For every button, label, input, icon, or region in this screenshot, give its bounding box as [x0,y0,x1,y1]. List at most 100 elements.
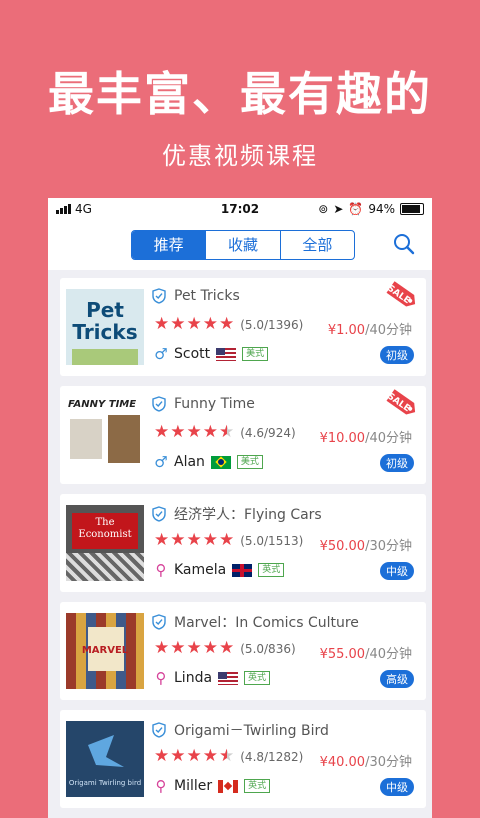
tab-recommended[interactable]: 推荐 [132,231,207,259]
course-thumbnail: The Economist [66,505,144,581]
accent-tag: 美式 [236,455,263,469]
thumb-text: The [95,517,115,528]
accent-tag: 美式 [242,347,269,361]
instructor-name: Linda [174,670,213,686]
star-icon: ★ [202,638,218,658]
course-title: 经济学人：Flying Cars [174,507,322,523]
female-icon: ⚲ [155,669,167,687]
price-value: ¥1.00 [327,323,366,338]
half-star-icon: ★ [219,746,235,766]
star-icon: ★ [202,314,218,334]
course-price: ¥1.00/40分钟 [328,319,412,338]
instructor-name: Scott [174,346,211,362]
male-icon: ♂ [154,345,168,363]
course-card[interactable]: FANNY TIME Funny Time ★ ★ ★ ★ ★ (4.6/924) ¥10.00… [60,386,426,484]
female-icon: ⚲ [155,561,167,579]
search-icon[interactable] [392,232,416,256]
half-star-icon: ★ [219,422,235,442]
rating-text: (5.0/1513) [240,533,304,548]
star-icon: ★ [219,314,235,334]
course-price: ¥10.00/40分钟 [320,427,412,446]
star-icon: ★ [154,746,170,766]
star-icon: ★ [170,422,186,442]
course-card[interactable]: The Economist 经济学人：Flying Cars ★ ★ ★ ★ ★ (5.0/15… [60,494,426,592]
accent-tag: 英式 [244,671,271,685]
segmented-tabs: 推荐 收藏 全部 [131,230,355,260]
verified-shield-icon [152,506,166,522]
rating-text: (5.0/836) [240,641,296,656]
level-badge: 中级 [380,562,414,580]
course-thumbnail: MARVEL [66,613,144,689]
level-badge: 中级 [380,778,414,796]
rating-text: (4.6/924) [240,425,296,440]
accent-tag: 英式 [258,563,285,577]
nav-bar: 推荐 收藏 全部 [48,220,432,270]
course-card[interactable]: MARVEL Marvel：In Comics Culture ★ ★ ★ ★ ★ (5.0/… [60,602,426,700]
accent-tag: 英式 [244,779,271,793]
verified-shield-icon [152,288,166,304]
us-flag-icon [216,347,237,361]
star-icon: ★ [219,530,235,550]
thumb-text: Origami Twirling bird [68,779,142,787]
sale-tag-icon: SALE [385,281,416,307]
star-icon: ★ [186,638,202,658]
tab-favorites[interactable]: 收藏 [206,231,281,259]
thumb-text: Tricks [72,320,138,344]
thumb-text: MARVEL [81,645,129,656]
star-icon: ★ [186,530,202,550]
instructor-name: Miller [174,778,213,794]
sale-tag-icon: SALE [385,389,416,415]
price-duration: /40分钟 [365,323,412,338]
instructor-name: Alan [174,454,205,470]
battery-icon [400,203,424,215]
price-value: ¥10.00 [319,431,366,446]
course-card[interactable]: Pet Tricks Pet Tricks ★ ★ ★ ★ ★ (5.0/1396) ¥1.00/… [60,278,426,376]
tab-all[interactable]: 全部 [281,231,354,259]
course-price: ¥55.00/40分钟 [320,643,412,662]
course-card[interactable]: Origami Twirling bird Origami－Twirling Bi… [60,710,426,808]
course-title: Origami－Twirling Bird [174,723,329,739]
star-icon: ★ [186,746,202,766]
star-icon: ★ [170,314,186,334]
star-icon: ★ [186,422,202,442]
female-icon: ⚲ [155,777,167,795]
thumb-text: Pet [86,298,124,322]
rating-text: (4.8/1282) [240,749,304,764]
star-icon: ★ [202,422,218,442]
male-icon: ♂ [154,453,168,471]
rating-stars: ★ ★ ★ ★ ★ [154,316,234,333]
price-duration: /30分钟 [365,539,412,554]
course-list: Pet Tricks Pet Tricks ★ ★ ★ ★ ★ (5.0/1396) ¥1.00/… [48,270,432,818]
phone-screen: 4G 17:02 ⊚ ➤ ⏰ 94% 推荐 收藏 全部 Pet Tricks Pet… [48,198,432,818]
star-icon: ★ [170,638,186,658]
rating-stars: ★ ★ ★ ★ ★ [154,640,234,657]
course-title: Marvel：In Comics Culture [174,615,359,631]
promo-headline: 最丰富、最有趣的 [48,67,432,121]
thumb-text: FANNY TIME [68,399,137,410]
thumb-text: Economist [78,529,132,540]
rating-stars: ★ ★ ★ ★ ★ [154,424,234,441]
star-icon: ★ [186,314,202,334]
star-icon: ★ [219,638,235,658]
rating-stars: ★ ★ ★ ★ ★ [154,532,234,549]
course-thumbnail: Origami Twirling bird [66,721,144,797]
status-bar: 4G 17:02 ⊚ ➤ ⏰ 94% [48,198,432,220]
verified-shield-icon [152,614,166,630]
rating-text: (5.0/1396) [240,317,304,332]
star-icon: ★ [154,422,170,442]
course-thumbnail: Pet Tricks [66,289,144,365]
course-price: ¥40.00/30分钟 [320,751,412,770]
verified-shield-icon [152,722,166,738]
brazil-flag-icon [210,455,231,469]
rating-stars: ★ ★ ★ ★ ★ [154,748,234,765]
price-value: ¥50.00 [319,539,366,554]
course-title: Funny Time [174,396,255,412]
uk-flag-icon [232,563,253,577]
price-duration: /40分钟 [365,647,412,662]
star-icon: ★ [154,638,170,658]
canada-flag-icon [218,779,239,793]
level-badge: 高级 [380,670,414,688]
star-icon: ★ [170,530,186,550]
star-icon: ★ [170,746,186,766]
star-icon: ★ [154,314,170,334]
